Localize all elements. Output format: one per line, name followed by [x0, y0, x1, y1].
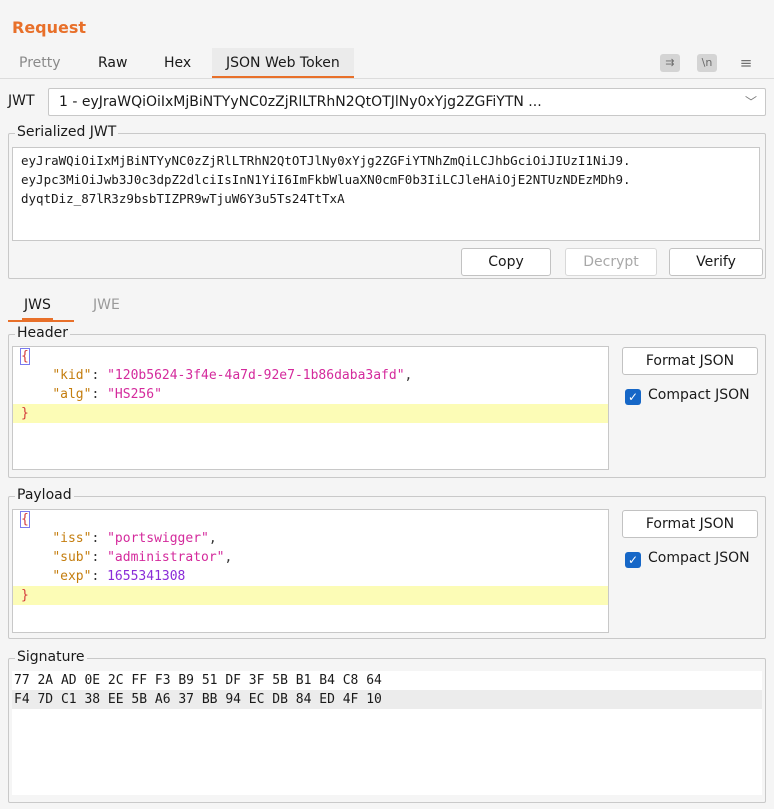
- serialized-jwt-textarea[interactable]: eyJraWQiOiIxMjBiNTYyNC0zZjRlLTRhN2QtOTJl…: [12, 147, 760, 241]
- tab-hex[interactable]: Hex: [164, 48, 191, 78]
- serialized-jwt-line: dyqtDiz_87lR3z9bsbTIZPR9wTjuW6Y3u5Ts24Tt…: [21, 191, 345, 206]
- menu-icon[interactable]: ≡: [736, 54, 756, 72]
- open-brace: {: [20, 348, 30, 365]
- signature-legend: Signature: [15, 649, 87, 665]
- copy-button[interactable]: Copy: [461, 248, 551, 276]
- json-line-exp: "exp": 1655341308: [52, 569, 186, 584]
- jws-tab-indicator: [8, 320, 74, 322]
- jwt-select[interactable]: 1 - eyJraWQiOiIxMjBiNTYyNC0zZjRlLTRhN2Qt…: [48, 88, 766, 116]
- json-line-iss: "iss": "portswigger",: [52, 531, 217, 546]
- chevron-down-icon: ﹀: [744, 95, 757, 109]
- jwt-select-value: 1 - eyJraWQiOiIxMjBiNTYyNC0zZjRlLTRhN2Qt…: [59, 94, 542, 110]
- payload-compact-json-checkbox[interactable]: ✓: [625, 552, 641, 568]
- header-compact-json-checkbox[interactable]: ✓: [625, 389, 641, 405]
- decrypt-button[interactable]: Decrypt: [565, 248, 657, 276]
- newline-icon[interactable]: \n: [697, 54, 717, 72]
- tab-jwe[interactable]: JWE: [93, 294, 120, 320]
- tab-raw[interactable]: Raw: [98, 48, 127, 78]
- tabs-divider: [0, 78, 774, 79]
- editor-tabs: Pretty Raw Hex JSON Web Token: [0, 48, 774, 78]
- close-brace: }: [21, 406, 29, 421]
- signature-hex-row: F4 7D C1 38 EE 5B A6 37 BB 94 EC DB 84 E…: [12, 690, 762, 709]
- header-legend: Header: [15, 325, 70, 341]
- json-line-kid: "kid": "120b5624-3f4e-4a7d-92e7-1b86daba…: [52, 368, 413, 383]
- payload-editor[interactable]: { "iss": "portswigger", "sub": "administ…: [12, 509, 609, 633]
- header-compact-json-label: Compact JSON: [648, 387, 750, 403]
- verify-button[interactable]: Verify: [669, 248, 763, 276]
- jwt-label: JWT: [8, 93, 35, 109]
- tab-jws[interactable]: JWS: [22, 294, 53, 320]
- panel-title: Request: [12, 18, 87, 37]
- json-line-sub: "sub": "administrator",: [52, 550, 233, 565]
- wrap-icon[interactable]: ⇉: [660, 54, 680, 72]
- serialized-jwt-line: eyJpc3MiOiJwb3J0c3dpZ2dlciIsInN1YiI6ImFk…: [21, 172, 631, 187]
- header-editor[interactable]: { "kid": "120b5624-3f4e-4a7d-92e7-1b86da…: [12, 346, 609, 470]
- serialized-jwt-line: eyJraWQiOiIxMjBiNTYyNC0zZjRlLTRhN2QtOTJl…: [21, 153, 631, 168]
- payload-format-json-button[interactable]: Format JSON: [622, 510, 758, 538]
- close-brace: }: [21, 588, 29, 603]
- signature-hex-view[interactable]: 77 2A AD 0E 2C FF F3 B9 51 DF 3F 5B B1 B…: [12, 671, 762, 795]
- header-format-json-button[interactable]: Format JSON: [622, 347, 758, 375]
- open-brace: {: [20, 511, 30, 528]
- payload-legend: Payload: [15, 487, 74, 503]
- payload-compact-json-label: Compact JSON: [648, 550, 750, 566]
- signature-hex-row: 77 2A AD 0E 2C FF F3 B9 51 DF 3F 5B B1 B…: [14, 673, 382, 688]
- tab-json-web-token[interactable]: JSON Web Token: [212, 48, 354, 78]
- json-line-alg: "alg": "HS256": [52, 387, 162, 402]
- serialized-jwt-legend: Serialized JWT: [15, 124, 119, 140]
- tab-pretty[interactable]: Pretty: [19, 48, 61, 78]
